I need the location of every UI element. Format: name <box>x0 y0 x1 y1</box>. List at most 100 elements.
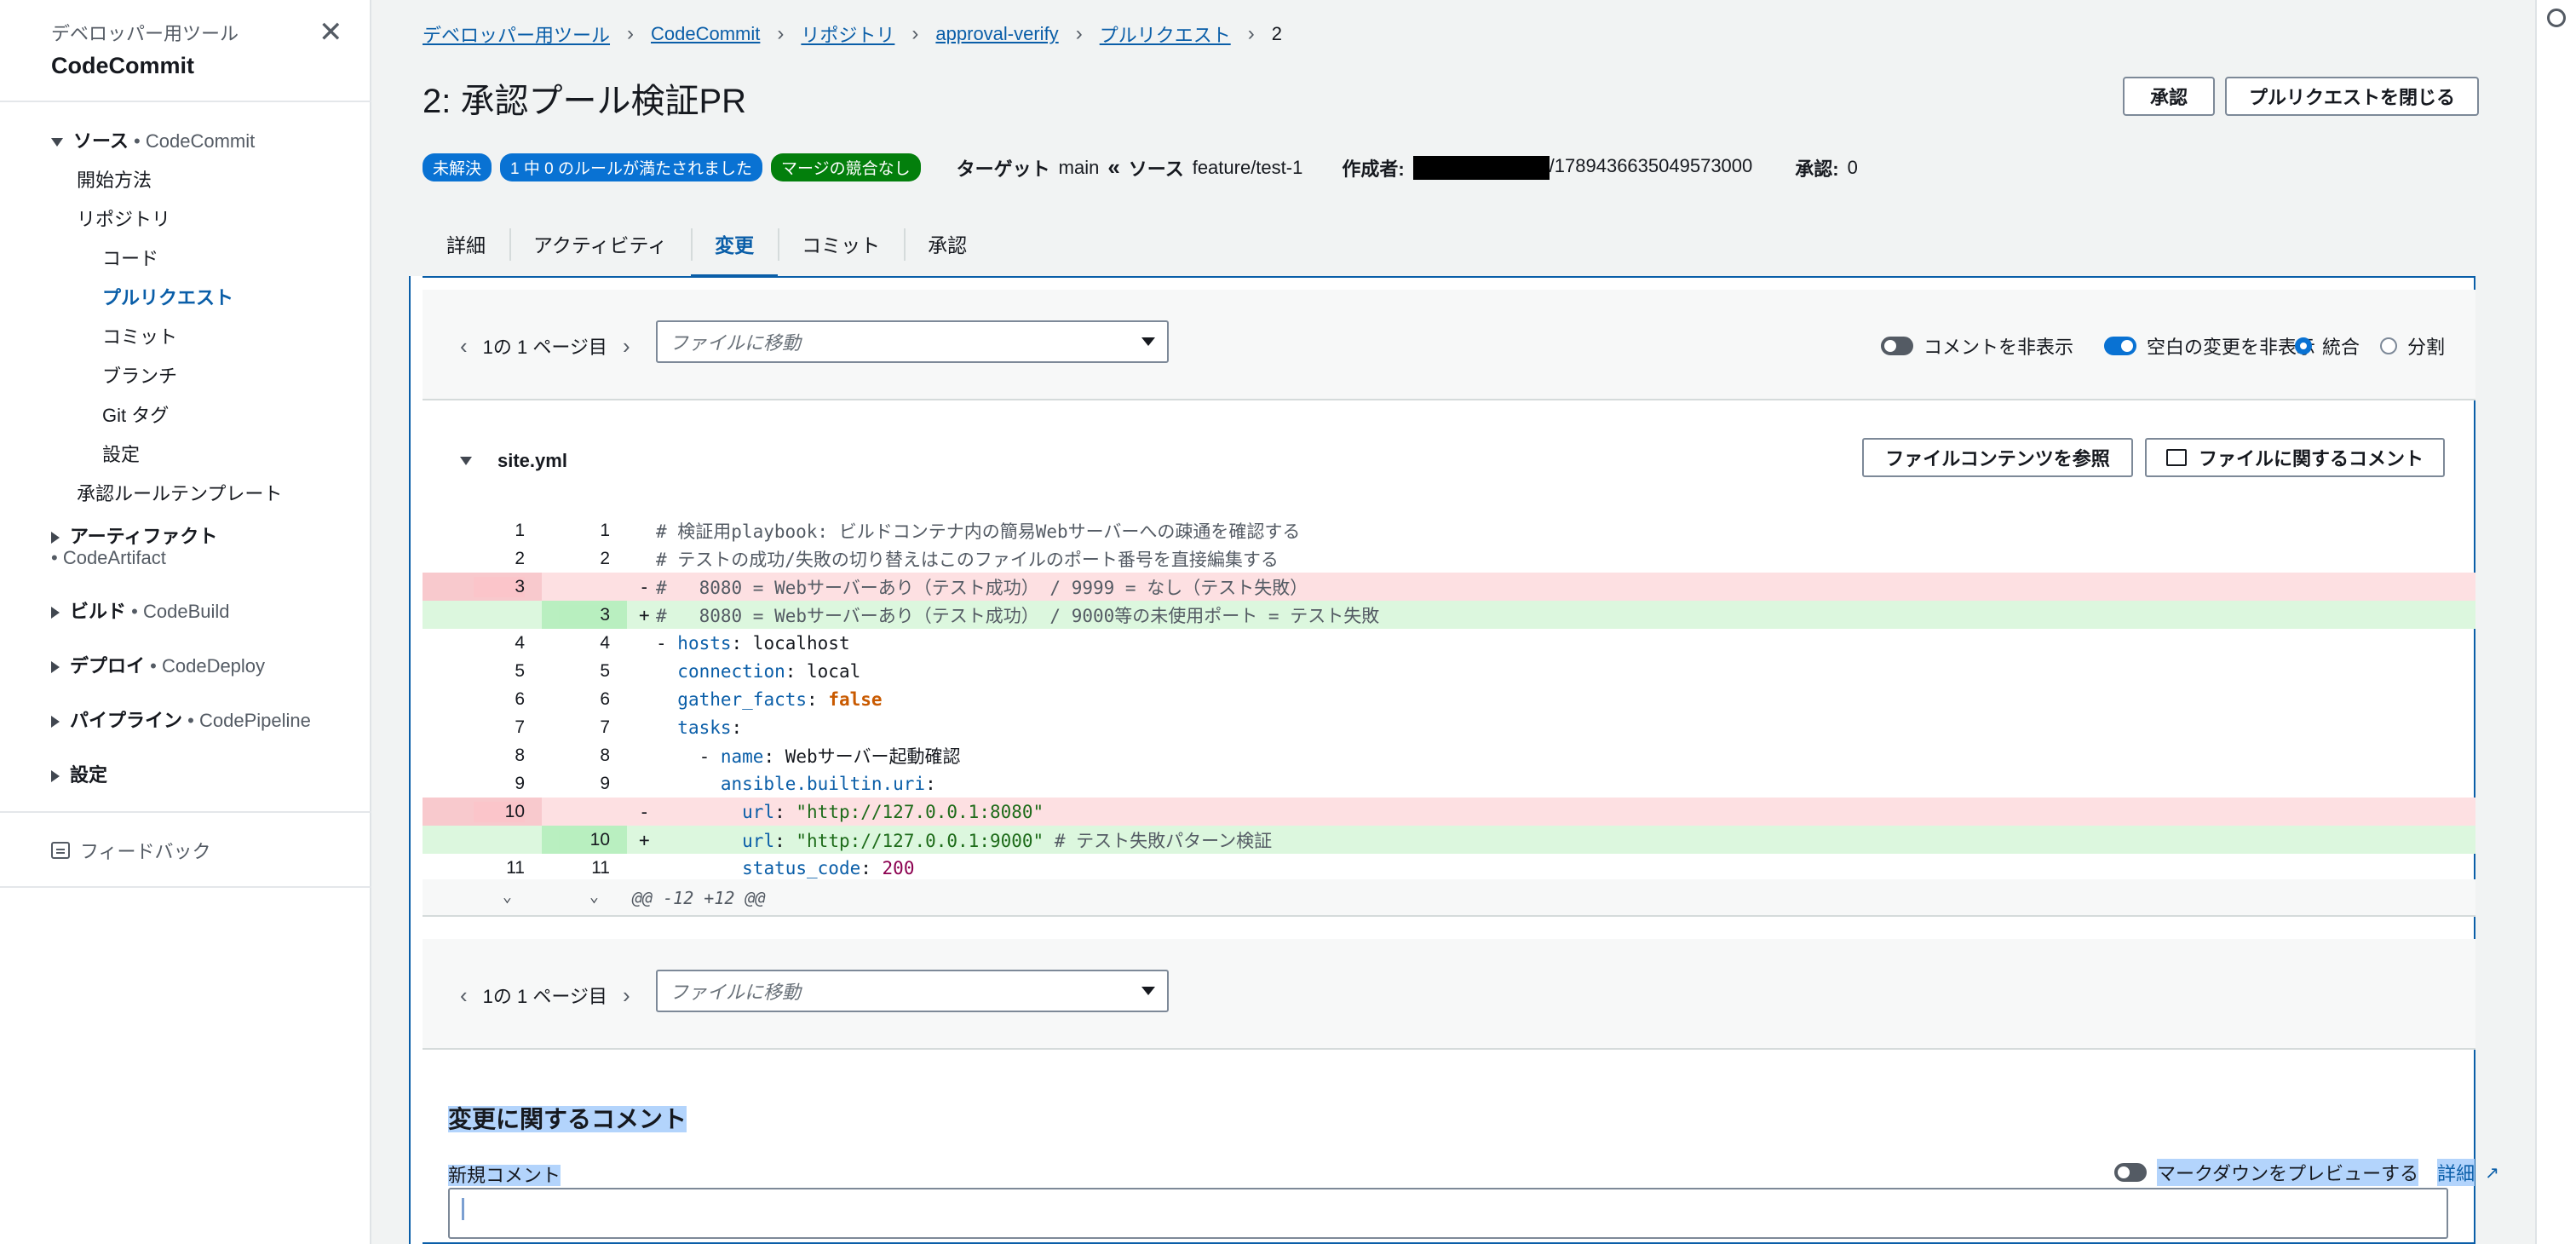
diff-sign: - <box>639 576 650 597</box>
tab-commits[interactable]: コミット <box>778 210 904 278</box>
tab-activity[interactable]: アクティビティ <box>509 210 691 278</box>
new-line-number[interactable]: 1 <box>559 521 610 541</box>
old-line-number[interactable]: 8 <box>474 746 525 766</box>
group-service: • CodePipeline <box>187 710 311 731</box>
old-line-number[interactable]: 10 <box>474 801 525 822</box>
breadcrumb-developer-tools[interactable]: デベロッパー用ツール <box>423 20 610 48</box>
comment-icon <box>2165 449 2187 466</box>
chevron-right-icon: › <box>627 22 635 45</box>
go-to-file-select[interactable]: ファイルに移動 <box>656 320 1169 363</box>
hunk-expander[interactable]: ⌄ ⌄ @@ -12 +12 @@ <box>423 879 2475 917</box>
caret-down-icon <box>460 457 472 465</box>
sidebar-item-git-tags[interactable]: Git タグ <box>102 400 169 428</box>
new-line-number[interactable]: 2 <box>559 549 610 569</box>
old-line-number[interactable]: 6 <box>474 689 525 710</box>
hide-whitespace-toggle[interactable]: 空白の変更を非表示 <box>2104 332 2315 360</box>
caret-right-icon <box>51 770 60 783</box>
new-comment-textarea[interactable] <box>448 1188 2448 1239</box>
redacted-block <box>1412 155 1550 180</box>
sidebar-subtitle: デベロッパー用ツール <box>51 23 239 44</box>
view-file-contents-button[interactable]: ファイルコンテンツを参照 <box>1862 438 2133 477</box>
sidebar-item-commits[interactable]: コミット <box>102 322 177 349</box>
old-line-number[interactable]: 3 <box>474 576 525 597</box>
feedback-link[interactable]: フィードバック <box>51 837 211 864</box>
tab-approvals[interactable]: 承認 <box>904 210 991 278</box>
file-name: site.yml <box>497 450 567 471</box>
feedback-icon <box>51 842 70 859</box>
sidebar-group-source[interactable]: ソース • CodeCommit <box>51 126 255 153</box>
radio-button <box>2295 337 2312 354</box>
file-toggle[interactable]: site.yml <box>460 450 567 472</box>
select-placeholder: ファイルに移動 <box>670 332 802 354</box>
new-line-number[interactable]: 9 <box>559 774 610 794</box>
settings-icon[interactable] <box>2547 9 2566 27</box>
old-line-number[interactable]: 7 <box>474 717 525 738</box>
new-line-number[interactable]: 7 <box>559 717 610 738</box>
code-text: # テストの成功/失敗の切り替えはこのファイルのポート番号を直接編集する <box>656 549 1279 570</box>
sidebar-group-settings[interactable]: 設定 <box>51 760 107 787</box>
info-link[interactable]: 詳細 <box>2437 1159 2475 1186</box>
code-text: # 8080 = Webサーバーあり（テスト成功） / 9999 = なし（テス… <box>656 577 1308 598</box>
sidebar-item-code[interactable]: コード <box>102 244 158 271</box>
breadcrumb-pull-requests[interactable]: プルリクエスト <box>1100 20 1231 48</box>
sidebar-group-pipeline[interactable]: パイプライン • CodePipeline <box>51 706 311 733</box>
hide-comments-toggle[interactable]: コメントを非表示 <box>1881 332 2073 360</box>
changes-panel: ‹ 1の 1 ページ目 › ファイルに移動 コメントを非表示 空白の変更を非表示… <box>423 276 2499 1244</box>
split-radio[interactable]: 分割 <box>2380 332 2445 360</box>
breadcrumb-current: 2 <box>1271 23 1282 44</box>
diff-line: 2 2 # テストの成功/失敗の切り替えはこのファイルのポート番号を直接編集する <box>423 544 2475 573</box>
sidebar-group-build[interactable]: ビルド • CodeBuild <box>51 596 229 624</box>
old-line-number[interactable]: 2 <box>474 549 525 569</box>
old-line-number[interactable]: 1 <box>474 521 525 541</box>
caret-down-icon <box>51 138 63 147</box>
sidebar-item-branches[interactable]: ブランチ <box>102 361 177 389</box>
breadcrumb-codecommit[interactable]: CodeCommit <box>651 23 760 45</box>
approve-button[interactable]: 承認 <box>2123 77 2215 116</box>
breadcrumb-repositories[interactable]: リポジトリ <box>801 20 894 48</box>
close-icon[interactable]: ✕ <box>319 15 343 49</box>
tab-changes[interactable]: 変更 <box>691 210 779 278</box>
new-line-number[interactable]: 8 <box>559 746 610 766</box>
sidebar-group-deploy[interactable]: デプロイ • CodeDeploy <box>51 651 265 678</box>
changes-comments-section: 変更に関するコメント 新規コメント マークダウンをプレビューする 詳細 ↗ <box>423 1065 2499 1239</box>
tab-details[interactable]: 詳細 <box>423 210 509 278</box>
toggle-switch <box>1881 337 1913 355</box>
double-chevron-left-icon: « <box>1107 154 1120 180</box>
tabs: 詳細 アクティビティ 変更 コミット 承認 <box>423 210 991 278</box>
old-line-number[interactable]: 11 <box>474 858 525 878</box>
sidebar-item-repositories[interactable]: リポジトリ <box>77 204 170 232</box>
sidebar-item-settings[interactable]: 設定 <box>102 440 140 467</box>
new-comment-label: 新規コメント <box>448 1165 561 1186</box>
chevron-left-icon[interactable]: ‹ <box>460 982 468 1009</box>
sidebar-item-pull-requests[interactable]: プルリクエスト <box>102 283 233 310</box>
old-line-number[interactable]: 5 <box>474 661 525 682</box>
sidebar-title[interactable]: CodeCommit <box>51 53 239 79</box>
source-label: ソース <box>1128 158 1184 180</box>
chevron-right-icon[interactable]: › <box>623 982 630 1009</box>
sidebar-item-approval-templates[interactable]: 承認ルールテンプレート <box>77 479 282 506</box>
go-to-file-select[interactable]: ファイルに移動 <box>656 970 1169 1012</box>
new-line-number[interactable]: 11 <box>559 858 610 878</box>
old-line-number[interactable]: 4 <box>474 633 525 654</box>
new-line-number[interactable]: 6 <box>559 689 610 710</box>
markdown-preview-toggle[interactable]: マークダウンをプレビューする 詳細 ↗ <box>2114 1159 2499 1186</box>
feedback-label: フィードバック <box>80 841 211 862</box>
new-line-number[interactable]: 4 <box>559 633 610 654</box>
expand-down-icon[interactable]: ⌄ <box>589 888 599 906</box>
new-line-number[interactable]: 5 <box>559 661 610 682</box>
chevron-right-icon[interactable]: › <box>623 333 630 360</box>
expand-down-icon[interactable]: ⌄ <box>503 888 512 906</box>
comment-on-file-button[interactable]: ファイルに関するコメント <box>2145 438 2445 477</box>
new-line-number[interactable]: 10 <box>559 829 610 850</box>
chevron-left-icon[interactable]: ‹ <box>460 333 468 360</box>
breadcrumb-repository[interactable]: approval-verify <box>935 23 1058 45</box>
group-label: パイプライン <box>70 710 183 731</box>
new-line-number[interactable]: 3 <box>559 604 610 625</box>
close-pull-request-button[interactable]: プルリクエストを閉じる <box>2225 77 2479 116</box>
sidebar-group-artifacts[interactable]: アーティファクト <box>51 521 217 549</box>
unified-radio[interactable]: 統合 <box>2295 332 2360 360</box>
diff-toolbar-bottom: ‹ 1の 1 ページ目 › ファイルに移動 <box>423 939 2475 1050</box>
sidebar-item-getting-started[interactable]: 開始方法 <box>77 165 152 193</box>
old-line-number[interactable]: 9 <box>474 774 525 794</box>
group-label: ビルド <box>70 601 127 622</box>
